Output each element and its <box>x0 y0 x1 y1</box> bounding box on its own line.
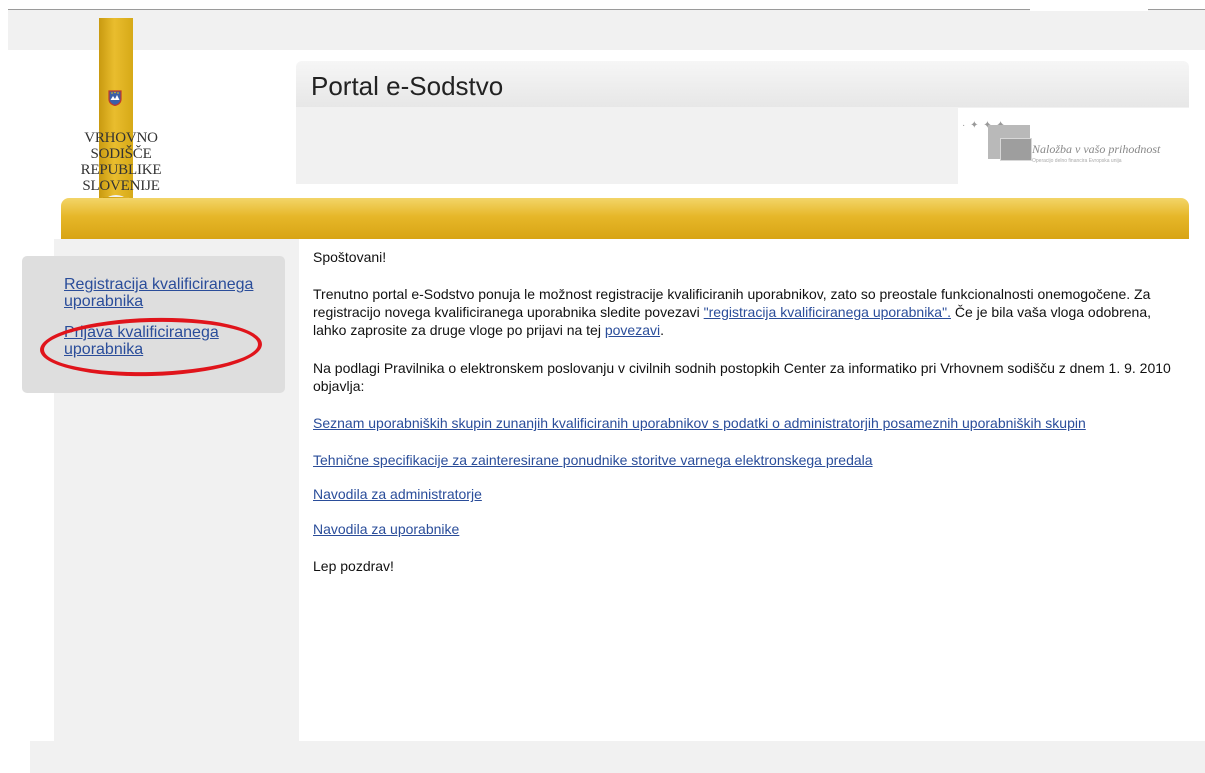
gold-nav-bar <box>61 198 1189 239</box>
eu-subtext: Operacijo delno financira Evropska unija <box>1032 158 1122 164</box>
footer-strip <box>30 741 1205 773</box>
page-title: Portal e-Sodstvo <box>311 71 504 101</box>
eu-slogan: Naložba v vašo prihodnost <box>1032 142 1161 156</box>
greeting: Spoštovani! <box>313 249 387 265</box>
registration-link[interactable]: "registracija kvalificiranega uporabnika… <box>704 304 951 320</box>
admin-guide-link[interactable]: Navodila za administratorje <box>313 485 482 503</box>
court-name-line2: REPUBLIKE SLOVENIJE <box>80 162 162 194</box>
sidebar-item-registration[interactable]: Registracija kvalificiranega uporabnika <box>64 276 274 310</box>
user-guide-link[interactable]: Navodila za uporabnike <box>313 520 459 538</box>
technical-specs-link[interactable]: Tehnične specifikacije za zainteresirane… <box>313 451 873 469</box>
closing-text: Lep pozdrav! <box>313 558 394 574</box>
intro-paragraph: Trenutno portal e-Sodstvo ponuja le možn… <box>313 286 1151 338</box>
court-name-logo[interactable]: VRHOVNO SODIŠČE REPUBLIKE SLOVENIJE <box>56 130 186 194</box>
login-link[interactable]: povezavi <box>605 322 660 338</box>
browser-top-strip <box>8 10 1205 50</box>
slovenia-coat-of-arms-icon <box>108 90 122 106</box>
court-name-line1: VRHOVNO SODIŠČE <box>84 130 158 162</box>
top-divider <box>8 9 1205 10</box>
rules-paragraph: Na podlagi Pravilnika o elektronskem pos… <box>313 360 1171 394</box>
user-groups-list-link[interactable]: Seznam uporabniških skupin zunanjih kval… <box>313 414 1086 432</box>
